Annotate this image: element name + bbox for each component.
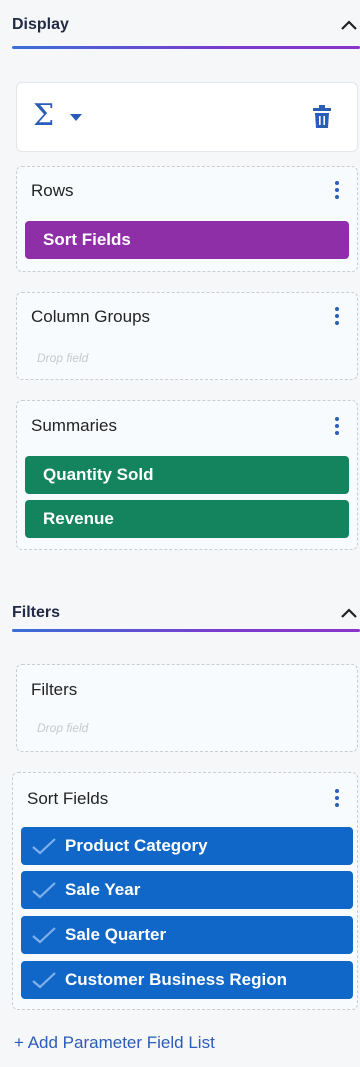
sort-field-label: Product Category xyxy=(65,836,208,855)
filters-section-header[interactable]: Filters xyxy=(0,590,360,634)
chevron-up-icon[interactable] xyxy=(340,18,358,32)
display-section-title: Display xyxy=(12,16,69,33)
sort-field-label: Customer Business Region xyxy=(65,970,287,989)
sort-field-pill[interactable]: Product Category xyxy=(21,827,353,865)
summaries-label: Summaries xyxy=(31,416,117,435)
sum-icon[interactable]: Σ xyxy=(33,101,54,131)
sort-fields-menu-icon[interactable] xyxy=(335,789,339,807)
display-toolbar: Σ xyxy=(16,82,358,152)
display-section-header[interactable]: Display xyxy=(0,2,360,46)
sort-field-pill[interactable]: Customer Business Region xyxy=(21,961,353,999)
sort-field-pill[interactable]: Sale Quarter xyxy=(21,916,353,954)
sort-fields-dropzone[interactable]: Sort Fields Product Category Sale Year S… xyxy=(12,772,358,1010)
column-groups-menu-icon[interactable] xyxy=(335,307,339,325)
check-icon xyxy=(32,838,56,855)
field-pill[interactable]: Revenue xyxy=(25,500,349,538)
summaries-dropzone[interactable]: Summaries Quantity Sold Revenue xyxy=(16,400,358,550)
sort-field-label: Sale Year xyxy=(65,880,141,899)
column-groups-label: Column Groups xyxy=(31,307,151,326)
caret-down-icon[interactable] xyxy=(70,114,82,121)
sort-field-label: Sale Quarter xyxy=(65,925,167,944)
filters-accent-line xyxy=(12,629,360,632)
add-parameter-field-list-link[interactable]: + Add Parameter Field List xyxy=(14,1033,215,1053)
check-icon xyxy=(32,972,56,989)
field-pill[interactable]: Sort Fields xyxy=(25,221,349,259)
rows-label: Rows xyxy=(31,181,74,200)
check-icon xyxy=(32,927,56,944)
filters-section-title: Filters xyxy=(12,604,61,621)
field-pill[interactable]: Quantity Sold xyxy=(25,456,349,494)
chevron-up-icon[interactable] xyxy=(340,606,358,620)
rows-dropzone[interactable]: Rows Sort Fields xyxy=(16,166,358,272)
sort-fields-label: Sort Fields xyxy=(27,789,109,808)
rows-menu-icon[interactable] xyxy=(335,181,339,199)
trash-icon[interactable] xyxy=(313,105,331,129)
sort-field-pill[interactable]: Sale Year xyxy=(21,871,353,909)
drop-field-placeholder: Drop field xyxy=(37,721,89,735)
display-accent-line xyxy=(12,46,360,49)
filters-dropzone[interactable]: Filters Drop field xyxy=(16,664,358,752)
column-groups-dropzone[interactable]: Column Groups Drop field xyxy=(16,292,358,380)
filters-box-label: Filters xyxy=(31,680,78,699)
check-icon xyxy=(32,882,56,899)
summaries-menu-icon[interactable] xyxy=(335,417,339,435)
drop-field-placeholder: Drop field xyxy=(37,351,89,365)
